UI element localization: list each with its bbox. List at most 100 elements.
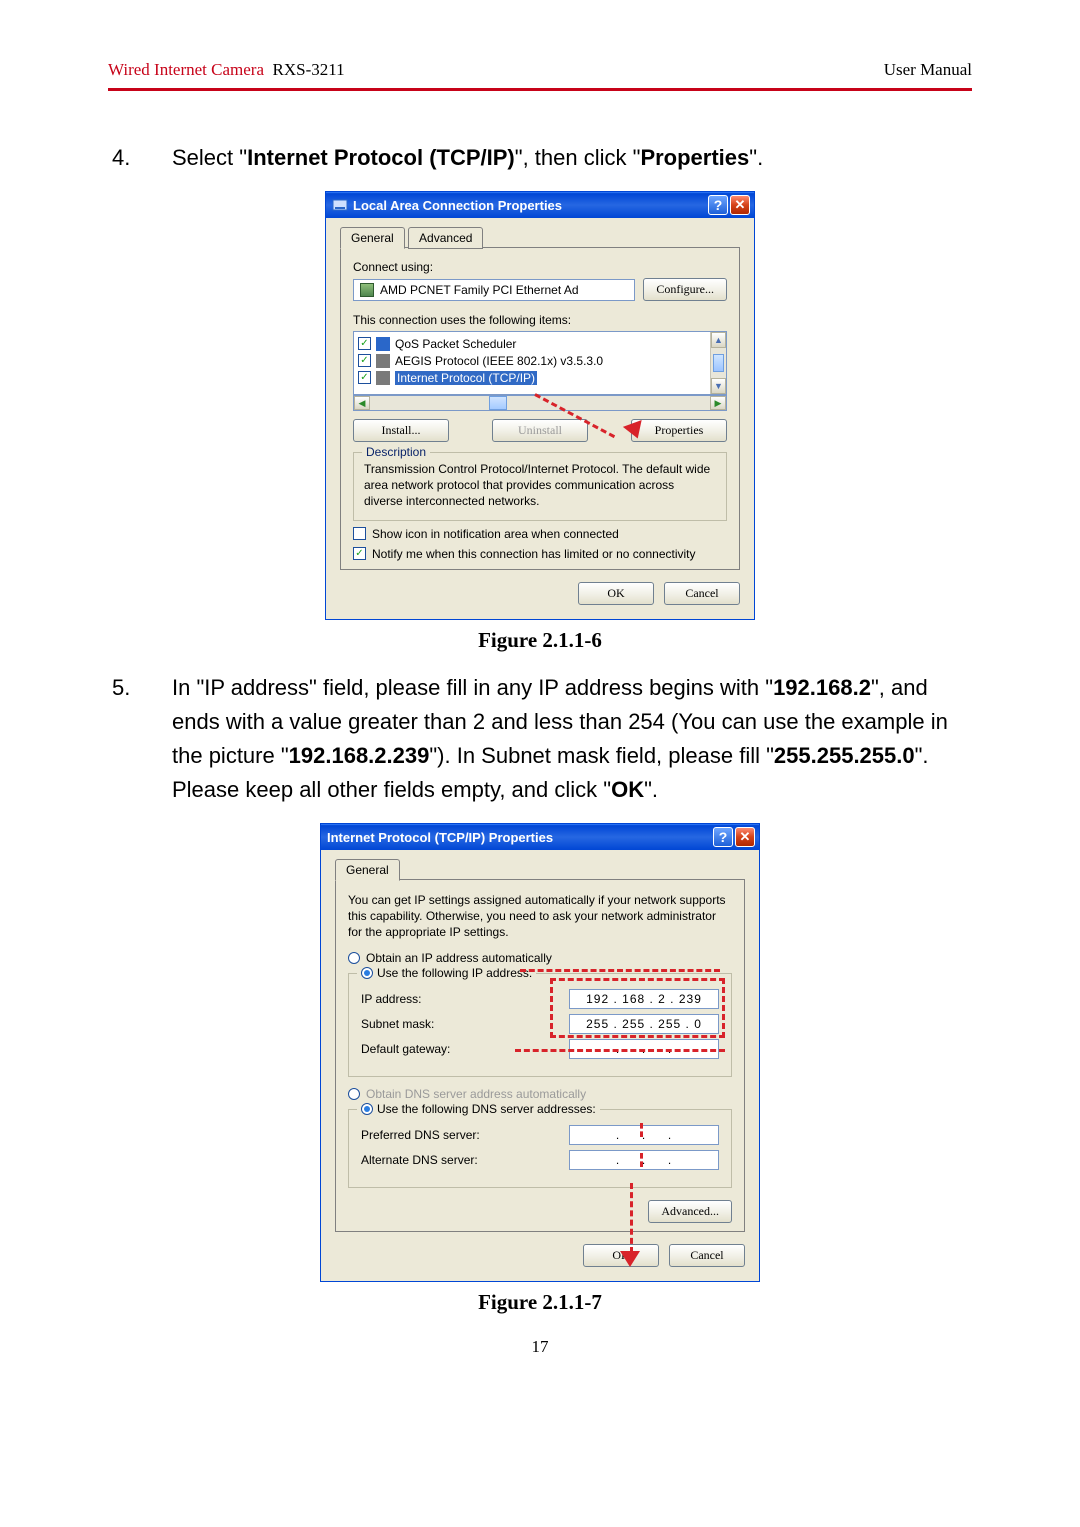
show-icon-row[interactable]: Show icon in notification area when conn… [353, 527, 727, 541]
scroll-left-icon[interactable]: ◀ [354, 396, 370, 410]
h-scrollbar[interactable]: ◀ ▶ [353, 395, 727, 411]
obtain-ip-label: Obtain an IP address automatically [366, 951, 552, 965]
radio-icon [348, 1088, 360, 1100]
close-button[interactable]: ✕ [730, 195, 750, 215]
tabs2: General [335, 858, 745, 880]
scroll-thumb[interactable] [713, 354, 724, 372]
pdns-label: Preferred DNS server: [361, 1128, 480, 1142]
description-legend: Description [362, 445, 430, 459]
qos-icon [376, 337, 390, 351]
title-text: Internet Protocol (TCP/IP) Properties [327, 830, 553, 845]
titlebar[interactable]: Local Area Connection Properties ? ✕ [326, 192, 754, 218]
model-number-text: RXS-3211 [273, 60, 345, 79]
h-scroll-thumb[interactable] [489, 396, 507, 410]
figure-2-caption: Figure 2.1.1-7 [108, 1290, 972, 1315]
uses-items-label: This connection uses the following items… [353, 313, 727, 327]
adns-field[interactable]: . . . [569, 1150, 719, 1170]
close-button[interactable]: ✕ [735, 827, 755, 847]
nic-icon [360, 283, 374, 297]
tcpip-icon [376, 371, 390, 385]
items-listbox[interactable]: ✓ QoS Packet Scheduler ✓ AEGIS Protocol (I… [353, 331, 727, 395]
s5-t3: "). In Subnet mask field, please fill " [429, 743, 774, 768]
s5-t1: In "IP address" field, please fill in an… [172, 675, 773, 700]
lan-properties-dialog: Local Area Connection Properties ? ✕ Gen… [325, 191, 755, 620]
gateway-label: Default gateway: [361, 1042, 450, 1056]
use-ip-fieldset: Use the following IP address: IP address… [348, 973, 732, 1077]
scroll-right-icon[interactable]: ▶ [710, 396, 726, 410]
radio-icon[interactable] [361, 967, 373, 979]
ok-button[interactable]: OK [578, 582, 654, 605]
notify-row[interactable]: ✓ Notify me when this connection has limi… [353, 547, 727, 561]
cancel-button[interactable]: Cancel [669, 1244, 745, 1267]
uninstall-button: Uninstall [492, 419, 588, 442]
window-icon [332, 197, 348, 213]
ip-address-field[interactable]: 192 . 168 . 2 . 239 [569, 989, 719, 1009]
step4-b1: Internet Protocol (TCP/IP) [247, 145, 515, 170]
use-dns-label: Use the following DNS server addresses: [377, 1102, 596, 1116]
pdns-field[interactable]: . . . [569, 1125, 719, 1145]
header-left: Wired Internet Camera RXS-3211 [108, 60, 345, 80]
checkbox-icon[interactable] [353, 527, 366, 540]
s5-b3: 255.255.255.0 [774, 743, 915, 768]
header-right: User Manual [884, 60, 972, 80]
tcpip-properties-dialog: Internet Protocol (TCP/IP) Properties ? … [320, 823, 760, 1282]
use-dns-legend[interactable]: Use the following DNS server addresses: [357, 1102, 600, 1116]
help-button[interactable]: ? [708, 195, 728, 215]
general-panel: Connect using: AMD PCNET Family PCI Ethe… [340, 247, 740, 570]
gateway-field[interactable]: . . . [569, 1039, 719, 1059]
adapter-field: AMD PCNET Family PCI Ethernet Ad [353, 279, 635, 301]
adapter-name: AMD PCNET Family PCI Ethernet Ad [380, 283, 579, 297]
radio-icon[interactable] [348, 952, 360, 964]
advanced-button[interactable]: Advanced... [648, 1200, 732, 1223]
checkbox-icon[interactable]: ✓ [358, 354, 371, 367]
titlebar[interactable]: Internet Protocol (TCP/IP) Properties ? … [321, 824, 759, 850]
tab-general[interactable]: General [335, 859, 400, 881]
qos-label: QoS Packet Scheduler [395, 337, 516, 351]
obtain-dns-auto-row: Obtain DNS server address automatically [348, 1087, 732, 1101]
title-text: Local Area Connection Properties [353, 198, 562, 213]
intro-text: You can get IP settings assigned automat… [348, 892, 732, 941]
properties-button[interactable]: Properties [631, 419, 727, 442]
tcpip-label: Internet Protocol (TCP/IP) [395, 371, 537, 385]
product-name: Wired Internet Camera [108, 60, 264, 79]
step4-number: 4. [142, 141, 172, 175]
subnet-mask-field[interactable]: 255 . 255 . 255 . 0 [569, 1014, 719, 1034]
list-item-qos: ✓ QoS Packet Scheduler [358, 335, 708, 352]
general-panel-2: You can get IP settings assigned automat… [335, 879, 745, 1232]
step4-t2: ", then click " [515, 145, 641, 170]
step4-b2: Properties [640, 145, 749, 170]
cancel-button[interactable]: Cancel [664, 582, 740, 605]
tab-advanced[interactable]: Advanced [408, 227, 483, 249]
v-scrollbar[interactable]: ▲ ▼ [710, 332, 726, 394]
tab-general[interactable]: General [340, 227, 405, 249]
page-header: Wired Internet Camera RXS-3211 User Manu… [108, 60, 972, 88]
help-button[interactable]: ? [713, 827, 733, 847]
aegis-label: AEGIS Protocol (IEEE 802.1x) v3.5.3.0 [395, 354, 603, 368]
scroll-up-icon[interactable]: ▲ [711, 332, 726, 348]
use-dns-fieldset: Use the following DNS server addresses: … [348, 1109, 732, 1188]
step4-t1: Select " [172, 145, 247, 170]
step4-t3: ". [749, 145, 763, 170]
checkbox-icon[interactable]: ✓ [353, 547, 366, 560]
description-group: Description Transmission Control Protoco… [353, 452, 727, 521]
radio-icon[interactable] [361, 1103, 373, 1115]
checkbox-icon[interactable]: ✓ [358, 337, 371, 350]
checkbox-icon[interactable]: ✓ [358, 371, 371, 384]
list-item-tcpip: ✓ Internet Protocol (TCP/IP) [358, 369, 708, 386]
use-ip-legend[interactable]: Use the following IP address: [357, 966, 536, 980]
figure-1-caption: Figure 2.1.1-6 [108, 628, 972, 653]
subnet-label: Subnet mask: [361, 1017, 434, 1031]
s5-b2: 192.168.2.239 [289, 743, 430, 768]
notify-label: Notify me when this connection has limit… [372, 547, 696, 561]
install-button[interactable]: Install... [353, 419, 449, 442]
s5-b1: 192.168.2 [773, 675, 871, 700]
scroll-down-icon[interactable]: ▼ [711, 378, 726, 394]
obtain-dns-label: Obtain DNS server address automatically [366, 1087, 586, 1101]
page-number: 17 [108, 1337, 972, 1357]
description-text: Transmission Control Protocol/Internet P… [364, 461, 716, 510]
configure-button[interactable]: Configure... [643, 278, 727, 301]
obtain-ip-auto-row[interactable]: Obtain an IP address automatically [348, 951, 732, 965]
adns-label: Alternate DNS server: [361, 1153, 478, 1167]
tabs: General Advanced [340, 226, 740, 248]
ok-button[interactable]: OK [583, 1244, 659, 1267]
